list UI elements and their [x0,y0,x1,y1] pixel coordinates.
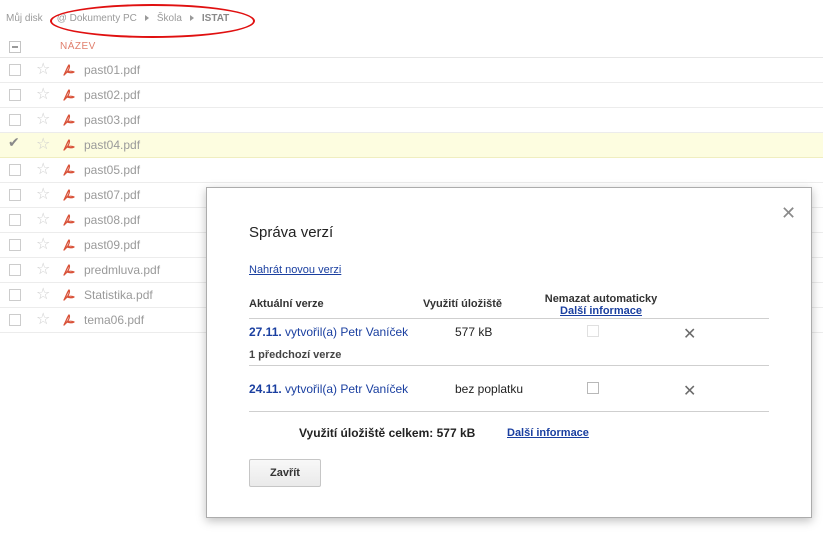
row-checkbox[interactable] [9,164,21,176]
row-checkbox[interactable] [9,264,21,276]
file-name[interactable]: tema06.pdf [84,313,144,327]
breadcrumb-root[interactable]: Můj disk [6,13,43,24]
file-name[interactable]: past08.pdf [84,213,140,227]
pdf-icon [63,264,75,276]
file-row[interactable]: ☆ past04.pdf [0,133,823,158]
delete-icon[interactable]: ✕ [683,327,696,343]
column-header-name[interactable]: NÁZEV [60,41,96,52]
total-storage-usage: Využití úložiště celkem: 577 kB [299,426,476,440]
star-icon[interactable]: ☆ [36,187,52,203]
file-name[interactable]: Statistika.pdf [84,288,153,302]
close-icon[interactable]: ✕ [781,204,796,222]
file-name[interactable]: past09.pdf [84,238,140,252]
pdf-icon [63,114,75,126]
keep-forever-label: Nemazat automaticky [544,293,658,305]
version-date[interactable]: 27.11. [249,325,282,339]
file-row[interactable]: ☆ past03.pdf [0,108,823,133]
delete-icon[interactable]: ✕ [683,384,696,400]
pdf-icon [63,314,75,326]
current-version-entry[interactable]: 27.11. vytvořil(a) Petr Vaníček [249,325,408,339]
file-name[interactable]: predmluva.pdf [84,263,160,277]
star-icon[interactable]: ☆ [36,62,52,78]
version-dialog: ✕ Správa verzí Nahrát novou verzi Aktuál… [206,187,812,518]
breadcrumb-item-istat[interactable]: ISTAT [202,13,229,24]
version-author[interactable]: vytvořil(a) Petr Vaníček [282,382,408,396]
breadcrumb-separator-icon [189,15,194,21]
current-version-keep-checkbox [587,325,599,337]
total-info-link[interactable]: Další informace [507,427,589,439]
star-icon[interactable]: ☆ [36,162,52,178]
row-checkbox[interactable] [9,64,21,76]
star-icon[interactable]: ☆ [36,212,52,228]
upload-new-version-link[interactable]: Nahrát novou verzi [249,264,341,276]
close-button[interactable]: Zavřít [249,459,321,487]
file-name[interactable]: past01.pdf [84,63,140,77]
row-checkbox[interactable] [9,189,21,201]
pdf-icon [63,239,75,251]
column-storage-usage: Využití úložiště [423,298,503,310]
previous-version-usage: bez poplatku [455,382,524,396]
breadcrumb: Můj disk @ Dokumenty PC Škola ISTAT [0,0,823,36]
star-icon[interactable]: ☆ [36,262,52,278]
row-checkbox[interactable] [9,214,21,226]
current-version-usage: 577 kB [455,325,493,339]
pdf-icon [63,89,75,101]
star-icon[interactable]: ☆ [36,312,52,328]
select-all-checkbox[interactable] [9,40,21,53]
pdf-icon [63,139,75,151]
row-checkbox[interactable] [9,289,21,301]
star-icon[interactable]: ☆ [36,137,52,153]
previous-version-keep-checkbox[interactable] [587,382,599,394]
file-row[interactable]: ☆ past05.pdf [0,158,823,183]
row-checkbox[interactable] [9,314,21,326]
file-name[interactable]: past07.pdf [84,188,140,202]
row-checkbox[interactable] [9,114,21,126]
divider [249,365,769,366]
pdf-icon [63,164,75,176]
breadcrumb-separator-icon [144,15,149,21]
column-current-version: Aktuální verze [249,298,324,310]
file-name[interactable]: past03.pdf [84,113,140,127]
breadcrumb-item-dokumenty[interactable]: @ Dokumenty PC [57,13,137,24]
file-row[interactable]: ☆ past01.pdf [0,58,823,83]
previous-versions-label: 1 předchozí verze [249,349,342,361]
star-icon[interactable]: ☆ [36,237,52,253]
previous-version-entry[interactable]: 24.11. vytvořil(a) Petr Vaníček [249,382,408,396]
pdf-icon [63,289,75,301]
version-author[interactable]: vytvořil(a) Petr Vaníček [282,325,408,339]
pdf-icon [63,64,75,76]
pdf-icon [63,214,75,226]
star-icon[interactable]: ☆ [36,87,52,103]
keep-forever-info-link[interactable]: Další informace [542,305,660,317]
list-header: NÁZEV [0,36,823,58]
star-icon[interactable]: ☆ [36,112,52,128]
pdf-icon [63,189,75,201]
file-name[interactable]: past04.pdf [84,138,140,152]
row-checkbox[interactable] [8,134,21,151]
file-row[interactable]: ☆ past02.pdf [0,83,823,108]
breadcrumb-item-skola[interactable]: Škola [157,13,182,24]
divider [249,318,769,319]
divider [249,411,769,412]
dialog-title: Správa verzí [249,224,334,241]
file-name[interactable]: past05.pdf [84,163,140,177]
version-date[interactable]: 24.11. [249,382,282,396]
file-name[interactable]: past02.pdf [84,88,140,102]
row-checkbox[interactable] [9,239,21,251]
star-icon[interactable]: ☆ [36,287,52,303]
column-keep-forever: Nemazat automaticky Další informace [542,293,660,317]
row-checkbox[interactable] [9,89,21,101]
